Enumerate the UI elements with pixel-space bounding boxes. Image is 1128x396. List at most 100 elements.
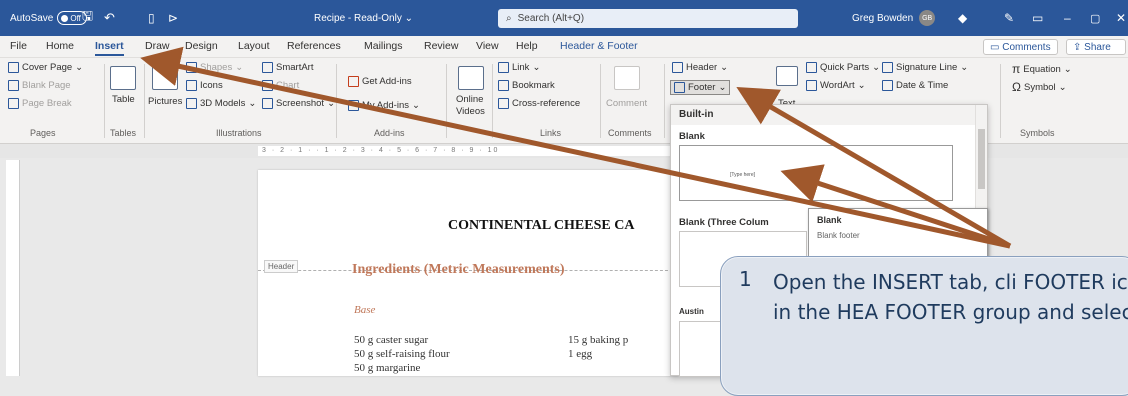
search-placeholder: Search (Alt+Q) bbox=[517, 13, 585, 24]
save-icon[interactable]: 🖫 bbox=[82, 0, 93, 36]
vertical-ruler[interactable] bbox=[6, 160, 20, 376]
minimize-icon[interactable]: – bbox=[1064, 0, 1071, 36]
ingredient-line[interactable]: 50 g self-raising flour bbox=[354, 348, 450, 360]
tab-view[interactable]: View bbox=[476, 40, 499, 52]
online-video-icon bbox=[458, 66, 484, 90]
share-icon: ⇪ bbox=[1073, 41, 1082, 53]
step-number: 1 bbox=[739, 267, 752, 291]
comment-button[interactable]: Comment bbox=[606, 98, 647, 109]
quick-parts-button[interactable]: Quick Parts ⌄ bbox=[806, 62, 880, 73]
footer-button[interactable]: Footer ⌄ bbox=[670, 80, 731, 95]
gallery-blank-label: Blank bbox=[679, 131, 705, 142]
maximize-icon[interactable]: ▢ bbox=[1090, 0, 1100, 36]
scroll-thumb[interactable] bbox=[978, 129, 985, 189]
date-time-button[interactable]: Date & Time bbox=[882, 80, 948, 91]
wordart-button[interactable]: WordArt ⌄ bbox=[806, 80, 866, 91]
ingredient-line[interactable]: 1 egg bbox=[568, 348, 592, 360]
symbol-button[interactable]: Ω Symbol ⌄ bbox=[1012, 80, 1067, 94]
gallery-section-built-in: Built-in bbox=[671, 105, 975, 125]
ingredient-line[interactable]: 50 g margarine bbox=[354, 362, 420, 374]
bookmark-icon bbox=[498, 80, 509, 91]
header-tag: Header bbox=[264, 260, 299, 273]
bookmark-button[interactable]: Bookmark bbox=[498, 80, 555, 91]
shapes-button[interactable]: Shapes ⌄ bbox=[186, 62, 243, 73]
header-button[interactable]: Header ⌄ bbox=[672, 62, 728, 73]
gallery-austin-label: Austin bbox=[679, 307, 704, 316]
online-videos-label-1[interactable]: Online bbox=[456, 94, 483, 105]
user-account[interactable]: Greg Bowden GB bbox=[852, 0, 936, 36]
pi-icon: π bbox=[1012, 62, 1021, 76]
tab-header-footer[interactable]: Header & Footer bbox=[560, 40, 638, 52]
smartart-icon bbox=[262, 62, 273, 73]
close-icon[interactable]: ✕ bbox=[1116, 0, 1126, 36]
diamond-icon[interactable]: ◆ bbox=[958, 0, 967, 36]
pictures-button[interactable]: Pictures bbox=[148, 96, 182, 107]
group-add-ins-label: Add-ins bbox=[374, 128, 405, 138]
tab-draw[interactable]: Draw bbox=[145, 40, 170, 52]
tab-layout[interactable]: Layout bbox=[238, 40, 270, 52]
document-title-text[interactable]: CONTINENTAL CHEESE CA bbox=[448, 218, 634, 234]
undo-icon[interactable]: ↶ bbox=[104, 0, 115, 36]
3d-models-icon bbox=[186, 98, 197, 109]
tab-home[interactable]: Home bbox=[46, 40, 74, 52]
pen-icon[interactable]: ✎ bbox=[1004, 0, 1014, 36]
store-icon bbox=[348, 76, 359, 87]
title-bar: AutoSave Off 🖫 ↶ ▯ ⊳ Recipe - Read-Only … bbox=[0, 0, 1128, 36]
tab-insert[interactable]: Insert bbox=[95, 40, 124, 56]
open-icon[interactable]: ⊳ bbox=[168, 0, 178, 36]
table-button[interactable]: Table bbox=[112, 94, 135, 105]
blank-page-icon bbox=[8, 80, 19, 91]
ribbon-tabs: File Home Insert Draw Design Layout Refe… bbox=[0, 36, 1128, 58]
tab-file[interactable]: File bbox=[10, 40, 27, 52]
document-title[interactable]: Recipe - Read-Only ⌄ bbox=[314, 0, 413, 36]
footer-blank-thumbnail[interactable]: [Type here] bbox=[679, 145, 953, 201]
ruler-scale: 3 · 2 · 1 · · 1 · 2 · 3 · 4 · 5 · 6 · 7 … bbox=[258, 146, 678, 156]
wordart-icon bbox=[806, 80, 817, 91]
icons-button[interactable]: Icons bbox=[186, 80, 223, 91]
page-break-button[interactable]: Page Break bbox=[8, 98, 72, 109]
signature-line-button[interactable]: Signature Line ⌄ bbox=[882, 62, 968, 73]
comments-button[interactable]: ▭ Comments bbox=[983, 39, 1058, 55]
search-icon: ⌕ bbox=[506, 13, 512, 24]
ingredients-heading[interactable]: Ingredients (Metric Measurements) bbox=[352, 262, 565, 278]
link-icon bbox=[498, 62, 509, 73]
group-symbols-label: Symbols bbox=[1020, 128, 1055, 138]
header-icon bbox=[672, 62, 683, 73]
autosave-control[interactable]: AutoSave Off bbox=[10, 0, 88, 36]
tab-mailings[interactable]: Mailings bbox=[364, 40, 403, 52]
group-illustrations-label: Illustrations bbox=[216, 128, 262, 138]
avatar: GB bbox=[919, 10, 936, 26]
chart-button[interactable]: Chart bbox=[262, 80, 299, 91]
page-break-icon bbox=[8, 98, 19, 109]
instruction-callout: 1 Open the INSERT tab, cli FOOTER icon i… bbox=[720, 256, 1128, 396]
ingredient-line[interactable]: 50 g caster sugar bbox=[354, 334, 428, 346]
tab-review[interactable]: Review bbox=[424, 40, 458, 52]
screenshot-icon bbox=[262, 98, 273, 109]
base-subheading[interactable]: Base bbox=[354, 304, 375, 316]
ingredient-line[interactable]: 15 g baking p bbox=[568, 334, 628, 346]
new-document-icon[interactable]: ▯ bbox=[148, 0, 155, 36]
document-page[interactable]: CONTINENTAL CHEESE CA Header Ingredients… bbox=[258, 170, 678, 376]
user-name: Greg Bowden bbox=[852, 12, 914, 24]
toggle-dot-icon bbox=[61, 14, 69, 22]
online-videos-label-2[interactable]: Videos bbox=[456, 106, 485, 117]
equation-button[interactable]: π Equation ⌄ bbox=[1012, 62, 1072, 76]
my-add-ins-button[interactable]: My Add-ins ⌄ bbox=[348, 100, 420, 111]
tab-design[interactable]: Design bbox=[185, 40, 218, 52]
cover-page-button[interactable]: Cover Page ⌄ bbox=[8, 62, 83, 73]
3d-models-button[interactable]: 3D Models ⌄ bbox=[186, 98, 256, 109]
tab-references[interactable]: References bbox=[287, 40, 341, 52]
comment-icon bbox=[614, 66, 640, 90]
link-button[interactable]: Link ⌄ bbox=[498, 62, 540, 73]
search-box[interactable]: ⌕ Search (Alt+Q) bbox=[498, 9, 798, 28]
get-add-ins-button[interactable]: Get Add-ins bbox=[348, 76, 412, 87]
blank-page-button[interactable]: Blank Page bbox=[8, 80, 71, 91]
tab-help[interactable]: Help bbox=[516, 40, 538, 52]
chart-icon bbox=[262, 80, 273, 91]
screenshot-button[interactable]: Screenshot ⌄ bbox=[262, 98, 335, 109]
comment-icon: ▭ bbox=[990, 41, 1000, 53]
ribbon-display-icon[interactable]: ▭ bbox=[1032, 0, 1043, 36]
cross-reference-button[interactable]: Cross-reference bbox=[498, 98, 580, 109]
smartart-button[interactable]: SmartArt bbox=[262, 62, 313, 73]
share-button[interactable]: ⇪ Share bbox=[1066, 39, 1126, 55]
